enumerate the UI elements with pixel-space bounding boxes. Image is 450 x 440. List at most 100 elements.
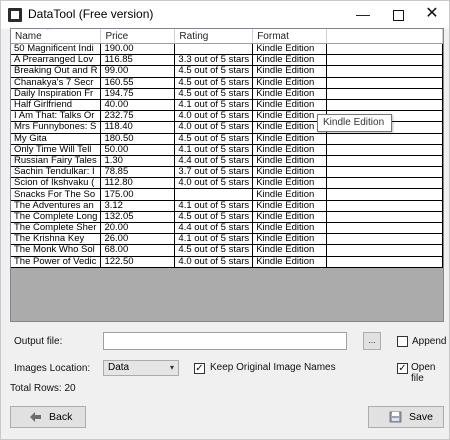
cell-price[interactable]: 20.00 bbox=[100, 222, 176, 235]
cell-price[interactable]: 40.00 bbox=[100, 99, 176, 112]
cell-name[interactable]: The Complete Sher bbox=[11, 222, 102, 235]
cell-price[interactable]: 194.75 bbox=[100, 88, 176, 100]
minimize-button[interactable]: — bbox=[346, 1, 380, 27]
table-row[interactable]: Russian Fairy Tales 1.30 4.4 out of 5 star… bbox=[11, 155, 443, 168]
table-row[interactable]: A Prearranged Lov 116.85 3.3 out of 5 star… bbox=[11, 54, 443, 67]
cell-price[interactable]: 118.40 bbox=[100, 121, 176, 134]
cell-format[interactable]: Kindle Edition bbox=[252, 43, 328, 56]
cell-name[interactable]: The Monk Who Sol bbox=[11, 244, 102, 257]
output-file-input[interactable] bbox=[103, 332, 347, 350]
cell-format[interactable]: Kindle Edition bbox=[252, 133, 328, 145]
cell-name[interactable]: The Complete Long bbox=[11, 211, 102, 224]
table-row[interactable]: The Monk Who Sol 68.00 4.5 out of 5 stars K… bbox=[11, 244, 443, 257]
table-row[interactable]: The Complete Sher 20.00 4.4 out of 5 stars… bbox=[11, 222, 443, 235]
table-row[interactable]: The Complete Long 132.05 4.5 out of 5 star… bbox=[11, 211, 443, 224]
table-row[interactable]: The Krishna Key 26.00 4.1 out of 5 stars Ki… bbox=[11, 233, 443, 246]
cell-format[interactable]: Kindle Edition bbox=[252, 54, 328, 67]
cell-format[interactable]: Kindle Edition bbox=[252, 155, 328, 168]
table-row[interactable]: Scion of Ikshvaku (112.80 4.0 out of 5 st… bbox=[11, 177, 443, 190]
back-button[interactable]: Back bbox=[10, 406, 86, 428]
cell-rating[interactable]: 3.3 out of 5 stars bbox=[174, 54, 254, 67]
cell-name[interactable]: Half Girlfriend bbox=[11, 99, 102, 112]
table-row[interactable]: Only Time Will Tell 50.00 4.1 out of 5 sta… bbox=[11, 144, 443, 156]
cell-format[interactable]: Kindle Edition bbox=[252, 222, 328, 235]
cell-rating[interactable]: 4.4 out of 5 stars bbox=[174, 155, 254, 168]
cell-name[interactable]: Scion of Ikshvaku ( bbox=[11, 177, 102, 190]
cell-name[interactable]: The Power of Vedic bbox=[11, 256, 102, 268]
cell-rating[interactable]: 4.5 out of 5 stars bbox=[174, 65, 254, 78]
images-location-select[interactable]: Data ▾ bbox=[103, 360, 179, 376]
cell-price[interactable]: 116.85 bbox=[100, 54, 176, 67]
table-row[interactable]: The Power of Vedic 122.50 4.0 out of 5 sta… bbox=[11, 256, 443, 268]
cell-name[interactable]: 50 Magnificent Indi bbox=[11, 43, 102, 56]
column-header-format[interactable]: Format bbox=[252, 29, 328, 44]
cell-format[interactable]: Kindle Edition bbox=[252, 244, 328, 257]
table-row[interactable]: 50 Magnificent Indi 190.00 Kindle Edition bbox=[11, 43, 443, 56]
cell-rating[interactable]: 3.7 out of 5 stars bbox=[174, 166, 254, 179]
cell-name[interactable]: Sachin Tendulkar: I bbox=[11, 166, 102, 179]
cell-name[interactable]: I Am That: Talks Or bbox=[11, 110, 102, 123]
cell-rating[interactable]: 4.0 out of 5 stars bbox=[174, 256, 254, 268]
cell-name[interactable]: Russian Fairy Tales bbox=[11, 155, 102, 168]
title-bar[interactable]: DataTool (Free version) — ✕ bbox=[1, 1, 449, 29]
cell-rating[interactable]: 4.0 out of 5 stars bbox=[174, 110, 254, 123]
cell-rating[interactable]: 4.5 out of 5 stars bbox=[174, 211, 254, 224]
cell-rating[interactable]: 4.5 out of 5 stars bbox=[174, 77, 254, 89]
column-header-price[interactable]: Price bbox=[100, 29, 176, 44]
cell-price[interactable]: 68.00 bbox=[100, 244, 176, 257]
cell-price[interactable]: 190.00 bbox=[100, 43, 176, 56]
cell-format[interactable]: Kindle Edition bbox=[252, 88, 328, 100]
cell-format[interactable]: Kindle Edition bbox=[252, 211, 328, 224]
cell-price[interactable]: 78.85 bbox=[100, 166, 176, 179]
cell-name[interactable]: Chanakya's 7 Secr bbox=[11, 77, 102, 89]
cell-name[interactable]: My Gita bbox=[11, 133, 102, 145]
maximize-button[interactable] bbox=[381, 1, 415, 27]
table-row[interactable]: Sachin Tendulkar: I 78.85 3.7 out of 5 sta… bbox=[11, 166, 443, 179]
cell-rating[interactable] bbox=[174, 188, 254, 201]
cell-rating[interactable] bbox=[174, 43, 254, 56]
cell-price[interactable]: 132.05 bbox=[100, 211, 176, 224]
append-checkbox[interactable] bbox=[397, 336, 408, 347]
cell-price[interactable]: 112.80 bbox=[100, 177, 176, 190]
cell-format[interactable]: Kindle Edition bbox=[252, 233, 328, 246]
cell-price[interactable]: 3.12 bbox=[100, 200, 176, 212]
cell-price[interactable]: 175.00 bbox=[100, 188, 176, 201]
cell-rating[interactable]: 4.1 out of 5 stars bbox=[174, 200, 254, 212]
cell-format[interactable]: Kindle Edition bbox=[252, 166, 328, 179]
cell-price[interactable]: 232.75 bbox=[100, 110, 176, 123]
browse-button[interactable]: ... bbox=[363, 332, 381, 350]
cell-rating[interactable]: 4.0 out of 5 stars bbox=[174, 121, 254, 134]
close-button[interactable]: ✕ bbox=[415, 1, 449, 27]
table-row[interactable]: Daily Inspiration Fr 194.75 4.5 out of 5 s… bbox=[11, 88, 443, 100]
open-file-checkbox[interactable]: ✓ bbox=[397, 363, 408, 374]
cell-name[interactable]: Only Time Will Tell bbox=[11, 144, 102, 156]
cell-price[interactable]: 180.50 bbox=[100, 133, 176, 145]
cell-format[interactable]: Kindle Edition bbox=[252, 188, 328, 201]
cell-format[interactable]: Kindle Edition bbox=[252, 256, 328, 268]
cell-name[interactable]: The Adventures an bbox=[11, 200, 102, 212]
cell-rating[interactable]: 4.5 out of 5 stars bbox=[174, 244, 254, 257]
cell-rating[interactable]: 4.4 out of 5 stars bbox=[174, 222, 254, 235]
cell-rating[interactable]: 4.1 out of 5 stars bbox=[174, 144, 254, 156]
table-row[interactable]: Chanakya's 7 Secr 160.55 4.5 out of 5 star… bbox=[11, 77, 443, 89]
table-row[interactable]: Snacks For The So 175.00 Kindle Edition bbox=[11, 188, 443, 201]
save-button[interactable]: Save bbox=[368, 406, 444, 428]
cell-price[interactable]: 160.55 bbox=[100, 77, 176, 89]
cell-format[interactable]: Kindle Edition bbox=[252, 200, 328, 212]
table-row[interactable]: The Adventures an 3.12 4.1 out of 5 stars K… bbox=[11, 200, 443, 212]
cell-price[interactable]: 26.00 bbox=[100, 233, 176, 246]
cell-price[interactable]: 1.30 bbox=[100, 155, 176, 168]
cell-name[interactable]: Snacks For The So bbox=[11, 188, 102, 201]
cell-name[interactable]: The Krishna Key bbox=[11, 233, 102, 246]
cell-format[interactable]: Kindle Edition bbox=[252, 144, 328, 156]
cell-name[interactable]: Mrs Funnybones: S bbox=[11, 121, 102, 134]
cell-format[interactable]: Kindle Edition bbox=[252, 65, 328, 78]
data-grid[interactable]: Name ^ Price Rating Format 50 Magnificent… bbox=[10, 28, 444, 322]
cell-name[interactable]: Daily Inspiration Fr bbox=[11, 88, 102, 100]
cell-format[interactable]: Kindle Edition bbox=[252, 121, 328, 134]
cell-format[interactable]: Kindle Edition bbox=[252, 77, 328, 89]
cell-format[interactable]: Kindle Edition bbox=[252, 177, 328, 190]
cell-price[interactable]: 50.00 bbox=[100, 144, 176, 156]
cell-rating[interactable]: 4.1 out of 5 stars bbox=[174, 99, 254, 112]
column-header-name[interactable]: Name ^ bbox=[11, 29, 102, 44]
